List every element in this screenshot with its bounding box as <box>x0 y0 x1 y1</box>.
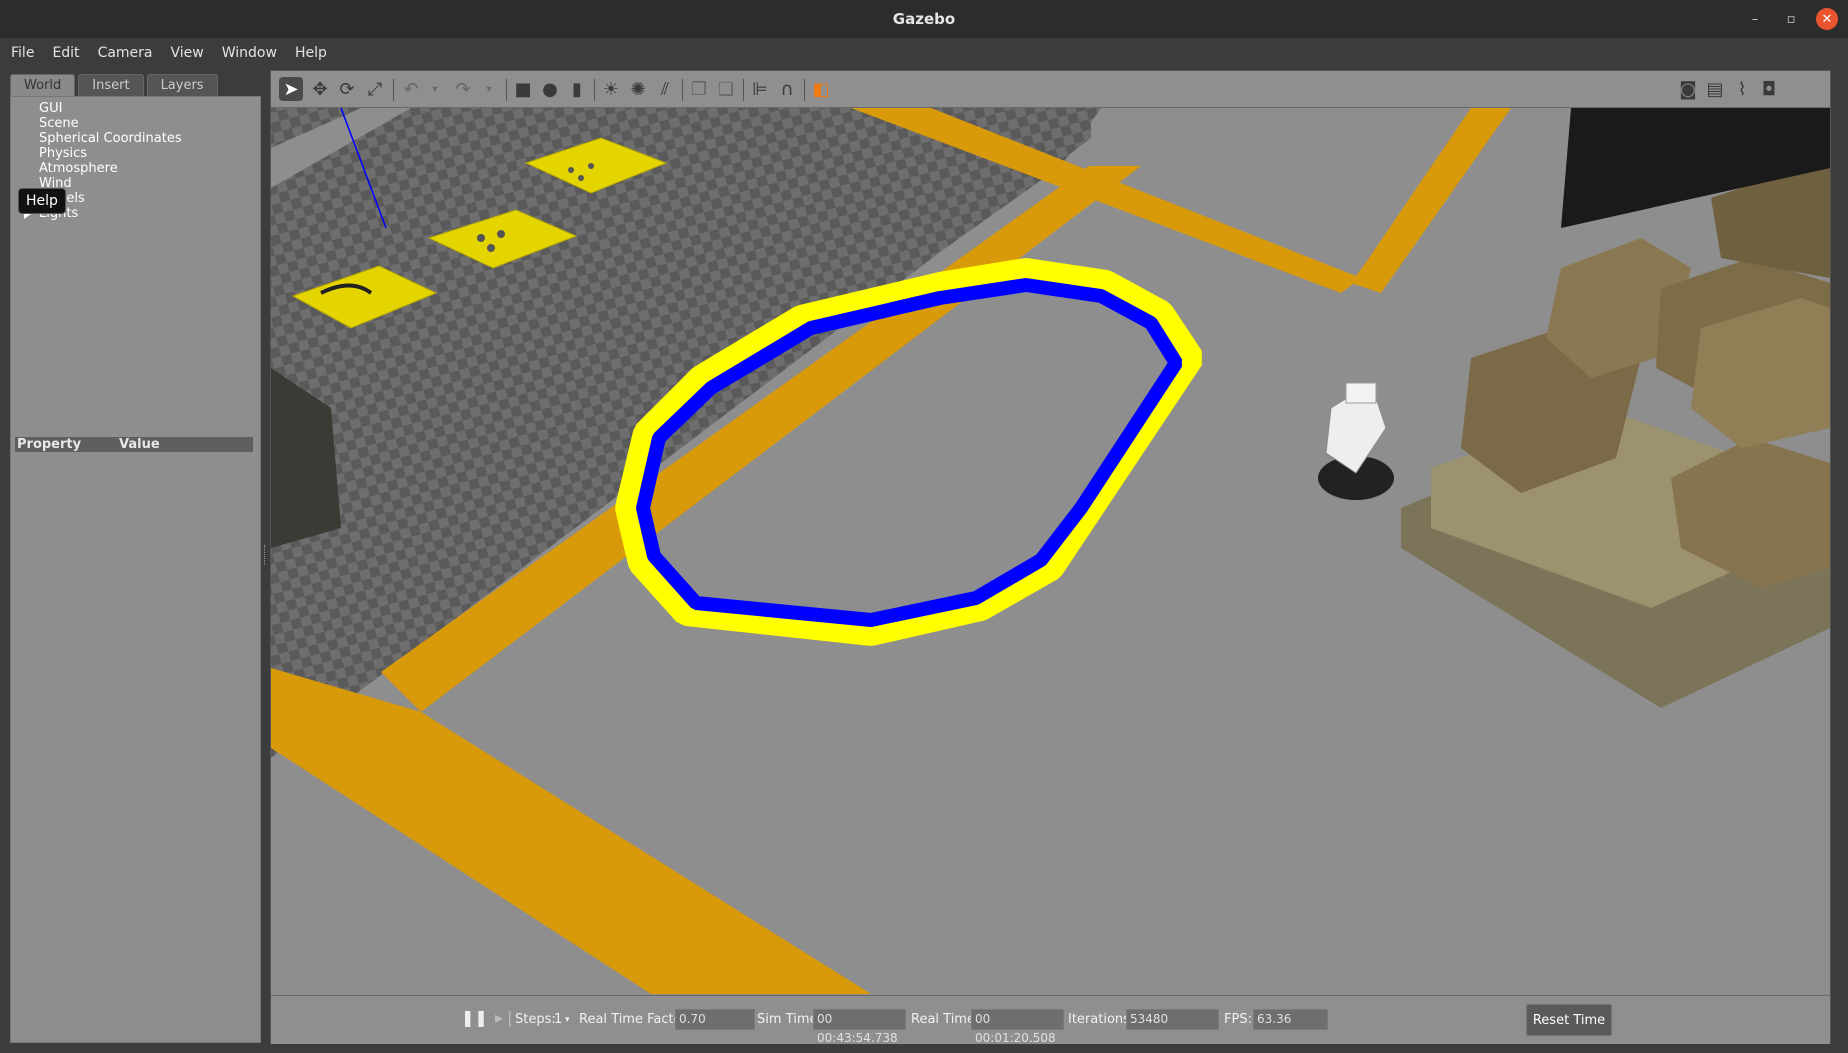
undo-icon[interactable]: ↶ <box>399 77 423 101</box>
redo-history-icon[interactable]: ▾ <box>477 77 501 101</box>
pause-icon[interactable]: ❚❚ <box>461 1008 488 1027</box>
maximize-icon[interactable]: ▫ <box>1780 8 1802 30</box>
redo-icon[interactable]: ↷ <box>451 77 475 101</box>
menu-help[interactable]: Help <box>284 45 334 61</box>
tree-item-spherical-coordinates[interactable]: Spherical Coordinates <box>39 131 182 146</box>
sphere-icon[interactable]: ● <box>538 77 562 101</box>
left-panel: World Insert Layers GUI Scene Spherical … <box>10 70 261 1043</box>
steps-label: Steps: <box>515 1012 556 1027</box>
point-light-icon[interactable]: ☀ <box>599 77 623 101</box>
scale-icon[interactable]: ⤢ <box>363 77 387 101</box>
paste-icon[interactable]: ❏ <box>714 77 738 101</box>
menu-view[interactable]: View <box>160 45 211 61</box>
minimize-icon[interactable]: – <box>1744 8 1766 30</box>
tab-world[interactable]: World <box>10 74 76 96</box>
help-tooltip: Help <box>18 188 66 214</box>
menu-camera[interactable]: Camera <box>87 45 160 61</box>
tab-layers[interactable]: Layers <box>146 74 218 96</box>
reset-time-button[interactable]: Reset Time <box>1526 1004 1612 1036</box>
window-title: Gazebo <box>892 10 956 28</box>
render-viewport[interactable]: ➤ ✥ ⟳ ⤢ ↶ ▾ ↷ ▾ ■ ● ▮ ☀ ✺ ⫽ ❐ ❏ ⊫ ∩ ◧ ◙ … <box>270 70 1831 1045</box>
real-time-label: Real Time: <box>911 1012 980 1027</box>
translate-icon[interactable]: ✥ <box>308 77 332 101</box>
rotate-icon[interactable]: ⟳ <box>335 77 359 101</box>
plot-icon[interactable]: ⌇ <box>1730 77 1754 101</box>
view-angle-icon[interactable]: ◧ <box>809 77 833 101</box>
panel-splitter[interactable] <box>264 545 267 565</box>
sim-status-bar: ❚❚ ▸❘ Steps: 1 ▾ Real Time Factor: 0.70 … <box>271 995 1830 1045</box>
snap-icon[interactable]: ∩ <box>775 77 799 101</box>
steps-dropdown-icon[interactable]: ▾ <box>565 1015 570 1025</box>
menu-window[interactable]: Window <box>211 45 284 61</box>
record-video-icon[interactable]: ◘ <box>1757 77 1781 101</box>
fps-field: 63.36 <box>1253 1009 1328 1030</box>
box-icon[interactable]: ■ <box>511 77 535 101</box>
property-column-header: Property <box>17 437 82 452</box>
align-icon[interactable]: ⊫ <box>748 77 772 101</box>
menu-edit[interactable]: Edit <box>41 45 86 61</box>
close-icon[interactable]: ✕ <box>1816 8 1838 30</box>
real-time-factor-field: 0.70 <box>675 1009 755 1030</box>
directional-light-icon[interactable]: ⫽ <box>653 77 677 101</box>
fps-label: FPS: <box>1224 1012 1252 1027</box>
panel-tabs: World Insert Layers <box>10 70 260 96</box>
steps-value[interactable]: 1 <box>554 1012 562 1027</box>
property-table-header: Property Value <box>15 437 253 452</box>
value-column-header: Value <box>119 437 160 452</box>
log-icon[interactable]: ▤ <box>1703 77 1727 101</box>
copy-icon[interactable]: ❐ <box>687 77 711 101</box>
cylinder-icon[interactable]: ▮ <box>565 77 589 101</box>
3d-scene[interactable] <box>271 108 1830 994</box>
menu-bar: File Edit Camera View Window Help <box>0 38 1848 68</box>
screenshot-icon[interactable]: ◙ <box>1676 77 1700 101</box>
step-icon[interactable]: ▸❘ <box>495 1008 516 1027</box>
tree-item-physics[interactable]: Physics <box>39 146 87 161</box>
select-arrow-icon[interactable]: ➤ <box>279 77 303 101</box>
iterations-label: Iterations: <box>1068 1012 1135 1027</box>
sim-time-field: 00 00:43:54.738 <box>813 1009 906 1045</box>
menu-file[interactable]: File <box>0 45 41 61</box>
tree-item-atmosphere[interactable]: Atmosphere <box>39 161 118 176</box>
spot-light-icon[interactable]: ✺ <box>626 77 650 101</box>
tab-insert[interactable]: Insert <box>78 74 144 96</box>
toolbar: ➤ ✥ ⟳ ⤢ ↶ ▾ ↷ ▾ ■ ● ▮ ☀ ✺ ⫽ ❐ ❏ ⊫ ∩ ◧ ◙ … <box>271 71 1830 108</box>
title-bar: Gazebo – ▫ ✕ <box>0 0 1848 38</box>
iterations-field: 53480 <box>1126 1009 1219 1030</box>
tree-item-scene[interactable]: Scene <box>39 116 79 131</box>
undo-history-icon[interactable]: ▾ <box>423 77 447 101</box>
tree-item-gui[interactable]: GUI <box>39 101 62 116</box>
world-tree: GUI Scene Spherical Coordinates Physics … <box>10 96 261 1043</box>
real-time-field: 00 00:01:20.508 <box>971 1009 1064 1045</box>
